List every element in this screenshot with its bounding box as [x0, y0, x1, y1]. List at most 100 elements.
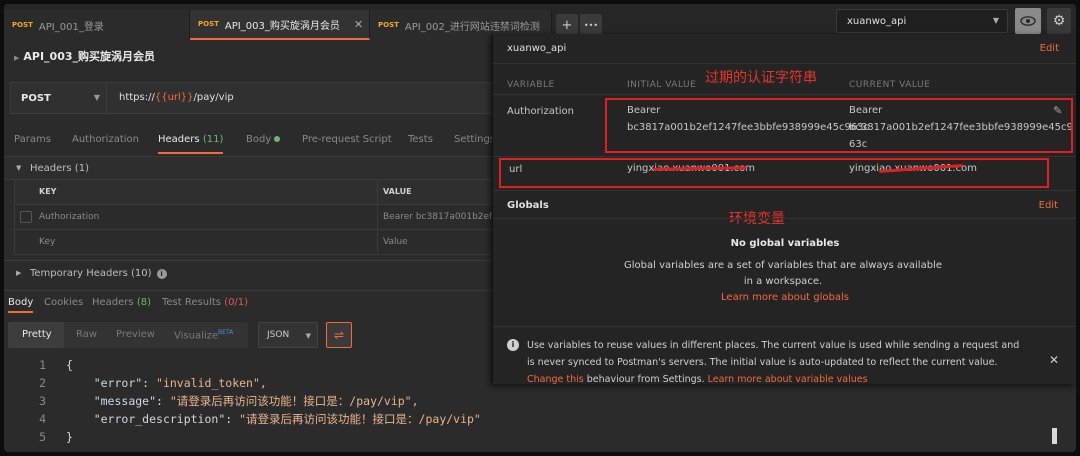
info-mid: behaviour from Settings. — [586, 374, 705, 385]
code-text: } — [66, 430, 73, 444]
info-text: Use variables to reuse values in differe… — [527, 337, 1027, 388]
response-tabs: Body Cookies Headers (8) Test Results (0… — [4, 290, 494, 313]
caret-down-icon: ▼ — [16, 164, 22, 172]
popup-header: xuanwo_api Edit — [493, 34, 1076, 64]
learn-globals-link: Learn more about globals — [493, 292, 1076, 303]
code-line: 3 "message": "请登录后再访问该功能！接口是：/pay/vip", — [4, 392, 1076, 410]
settings-button[interactable]: ⚙ — [1047, 8, 1071, 34]
row-divider — [493, 190, 1076, 191]
format-group: Pretty Raw Preview VisualizeBETA — [8, 322, 248, 348]
url-prefix: https:// — [119, 92, 155, 103]
variable-name: Authorization — [507, 106, 574, 117]
row-checkbox[interactable] — [20, 211, 32, 223]
new-tab-button[interactable]: + — [556, 14, 578, 36]
change-behaviour-link[interactable]: Change this — [527, 374, 584, 385]
tab-api-001[interactable]: POST API_001_登录 — [4, 10, 190, 40]
annotation-box-authorization — [605, 98, 1073, 153]
request-title: ▶ API_003_购买旋涡月会员 — [14, 48, 155, 64]
tab-api-003[interactable]: POST API_003_购买旋涡月会员 ✕ — [190, 10, 370, 40]
column-divider — [377, 205, 378, 229]
format-visualize[interactable]: VisualizeBETA — [174, 329, 233, 341]
edit-environment-link[interactable]: Edit — [1040, 43, 1059, 54]
request-subtabs: Params Authorization Headers (11) Body P… — [4, 128, 495, 154]
code-text: "error_description": "请登录后再访问该功能！接口是：/pa… — [93, 412, 481, 426]
gear-icon: ⚙ — [1052, 13, 1066, 29]
scrollbar-thumb[interactable] — [1052, 428, 1057, 444]
close-icon[interactable]: ✕ — [354, 18, 363, 31]
tab-cookies[interactable]: Cookies — [44, 297, 83, 308]
learn-globals-text[interactable]: Learn more about globals — [721, 292, 849, 303]
no-globals-heading: No global variables — [730, 238, 840, 249]
code-text: "message": "请登录后再访问该功能！接口是：/pay/vip", — [93, 394, 419, 408]
info-icon: i — [507, 339, 519, 351]
caret-right-icon: ▶ — [14, 54, 20, 62]
new-key-input[interactable]: Key — [39, 237, 55, 247]
info-icon: i — [156, 269, 167, 279]
wrap-lines-button[interactable]: ⇌ — [326, 322, 352, 348]
temporary-headers-toggle[interactable]: ▶ Temporary Headers (10) i — [4, 260, 494, 284]
environment-quick-look-button[interactable] — [1015, 8, 1041, 34]
format-pretty[interactable]: Pretty — [22, 329, 52, 340]
chevron-down-icon: ▼ — [992, 16, 999, 25]
row-divider — [493, 218, 1076, 219]
wrap-icon: ⇌ — [333, 328, 345, 342]
tab-headers[interactable]: Headers (11) — [158, 134, 224, 154]
url-input[interactable]: https://{{url}}/pay/vip — [119, 92, 234, 103]
url-suffix: /pay/vip — [193, 92, 234, 103]
tab-authorization[interactable]: Authorization — [72, 134, 139, 145]
tab-params[interactable]: Params — [14, 134, 51, 145]
caret-right-icon: ▶ — [16, 269, 22, 277]
new-value-input[interactable]: Value — [383, 237, 495, 247]
headers-count: (11) — [202, 134, 224, 145]
environment-quick-look-panel: xuanwo_api Edit VARIABLE INITIAL VALUE C… — [492, 34, 1076, 385]
json-value: "请登录后再访问该功能！接口是：/pay/vip" — [239, 412, 481, 426]
format-visualize-label: Visualize — [174, 330, 219, 342]
popup-env-name: xuanwo_api — [507, 43, 567, 54]
request-title-text: API_003_购买旋涡月会员 — [23, 50, 156, 63]
language-select[interactable]: JSON ▼ — [258, 322, 318, 348]
code-line: 4 "error_description": "请登录后再访问该功能！接口是：/… — [4, 410, 1076, 428]
tab-response-body[interactable]: Body — [8, 297, 34, 313]
code-text: "error": "invalid_token", — [93, 376, 267, 390]
tab-label: API_002_进行网站违禁词检测 — [404, 21, 540, 33]
format-raw[interactable]: Raw — [76, 329, 97, 340]
tab-settings[interactable]: Settings — [454, 134, 495, 145]
more-tabs-button[interactable]: ••• — [580, 14, 602, 36]
environment-select[interactable]: xuanwo_api ▼ — [836, 9, 1008, 33]
globals-description: Global variables are a set of variables … — [624, 260, 942, 287]
close-icon[interactable]: ✕ — [1049, 353, 1059, 367]
line-number: 4 — [39, 412, 46, 426]
chevron-down-icon: ▼ — [93, 93, 100, 102]
tab-response-headers-label: Headers — [92, 297, 134, 308]
method-value: POST — [21, 92, 51, 104]
learn-variable-values-link[interactable]: Learn more about variable values — [708, 374, 868, 385]
code-text: { — [66, 358, 73, 372]
tab-response-headers[interactable]: Headers (8) — [92, 297, 151, 308]
edit-globals-link[interactable]: Edit — [1039, 200, 1058, 211]
line-number: 5 — [39, 430, 46, 444]
header-value[interactable]: Bearer bc3817a001b2ef1247fee3bbfe938999e… — [383, 212, 495, 222]
column-key: KEY — [39, 187, 57, 196]
tab-test-results[interactable]: Test Results (0/1) — [162, 297, 248, 308]
tab-test-results-label: Test Results — [162, 297, 221, 308]
annotation-box-url — [499, 158, 1049, 188]
tab-pre-request-script[interactable]: Pre-request Script — [302, 134, 392, 145]
tab-method: POST — [378, 21, 399, 29]
tab-tests[interactable]: Tests — [408, 134, 433, 145]
code-line: 5 } — [4, 428, 1076, 446]
tab-label: API_003_购买旋涡月会员 — [224, 20, 340, 32]
format-preview[interactable]: Preview — [116, 329, 155, 340]
response-headers-count: (8) — [136, 297, 151, 308]
url-variable: {{url}} — [154, 92, 194, 103]
json-key: "error" — [93, 376, 143, 390]
method-select[interactable]: POST ▼ — [11, 83, 107, 113]
status-dot-icon — [274, 136, 281, 142]
chevron-down-icon: ▼ — [305, 332, 311, 340]
tab-body[interactable]: Body — [246, 134, 281, 145]
table-row: Key Value — [14, 230, 494, 255]
variables-info-banner: i Use variables to reuse values in diffe… — [493, 326, 1076, 385]
json-key: "message" — [93, 394, 157, 408]
headers-section-toggle[interactable]: ▼ Headers (1) — [4, 156, 494, 180]
header-key[interactable]: Authorization — [39, 212, 99, 222]
column-variable: VARIABLE — [507, 80, 555, 90]
